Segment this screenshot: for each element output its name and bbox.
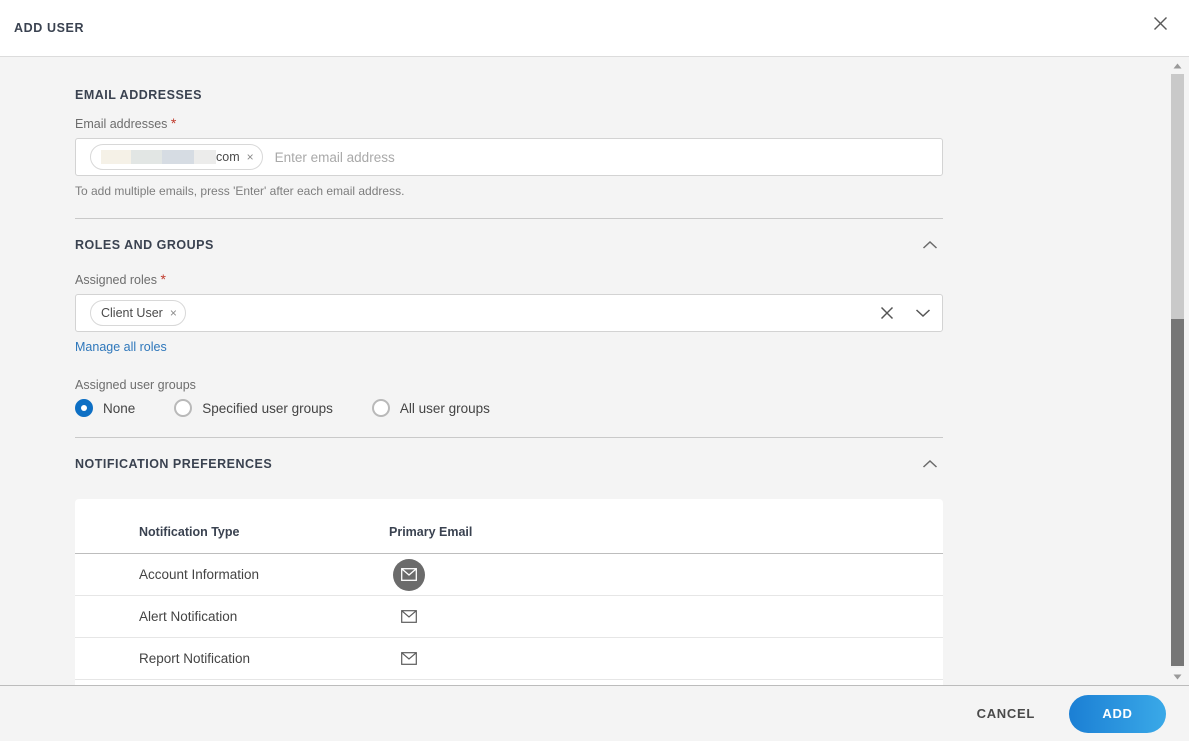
user-groups-radio-group: None Specified user groups All user grou… (75, 399, 943, 417)
assigned-user-groups-field: Assigned user groups None Specified user… (75, 378, 943, 417)
roles-required-mark: * (160, 271, 166, 287)
add-button[interactable]: ADD (1069, 694, 1166, 733)
table-row: Account Information (75, 553, 943, 596)
email-addresses-label-text: Email addresses (75, 117, 168, 131)
table-header-row: Notification Type Primary Email (75, 517, 943, 554)
assigned-roles-label-text: Assigned roles (75, 273, 157, 287)
email-chip-suffix: com (216, 150, 240, 164)
email-chip-remove-icon[interactable]: × (247, 151, 254, 163)
roles-clear-button[interactable] (876, 302, 898, 324)
close-icon (1153, 16, 1167, 30)
triangle-down-icon (1173, 674, 1182, 679)
dialog-footer: CANCEL ADD (0, 685, 1189, 741)
roles-dropdown-button[interactable] (912, 302, 934, 324)
email-chip[interactable]: com × (90, 144, 263, 170)
section-header-email: EMAIL ADDRESSES (75, 75, 943, 112)
redacted-email-blocks (101, 150, 216, 164)
assigned-roles-field: Assigned roles * Client User × Manage al… (75, 272, 943, 356)
role-chip[interactable]: Client User × (90, 300, 186, 326)
role-chip-remove-icon[interactable]: × (170, 307, 177, 319)
close-icon (880, 306, 894, 320)
email-addresses-label: Email addresses * (75, 116, 943, 131)
triangle-up-icon (1173, 63, 1182, 68)
email-required-mark: * (170, 115, 177, 131)
envelope-icon (401, 652, 417, 665)
roles-collapse-toggle[interactable] (917, 232, 943, 258)
primary-email-toggle-account-information[interactable] (393, 558, 425, 591)
scrollbar-down-button[interactable] (1169, 668, 1186, 685)
section-title-notifications: NOTIFICATION PREFERENCES (75, 457, 273, 471)
section-title-roles: ROLES AND GROUPS (75, 238, 214, 252)
dialog-body: EMAIL ADDRESSES Email addresses * com × … (0, 57, 1189, 685)
role-chip-label: Client User (101, 306, 163, 320)
notification-preferences-table: Notification Type Primary Email Account … (75, 517, 943, 680)
assigned-roles-input-box[interactable]: Client User × (75, 294, 943, 332)
cancel-button[interactable]: CANCEL (963, 696, 1049, 731)
radio-label-all: All user groups (399, 400, 490, 416)
dialog-title: ADD USER (14, 21, 85, 35)
scroll-content: EMAIL ADDRESSES Email addresses * com × … (0, 57, 1189, 685)
radio-option-all-user-groups[interactable]: All user groups (371, 399, 490, 417)
radio-indicator-specified (174, 399, 193, 417)
table-row: Alert Notification (75, 595, 943, 638)
email-address-input[interactable] (274, 142, 936, 172)
scrollbar-track-upper[interactable] (1171, 74, 1184, 319)
email-field-hint: To add multiple emails, press 'Enter' af… (75, 184, 405, 198)
roles-input-actions (876, 295, 934, 331)
section-title-email: EMAIL ADDRESSES (75, 88, 202, 102)
dialog-header: ADD USER (0, 0, 1189, 57)
scrollbar-up-button[interactable] (1169, 57, 1186, 74)
radio-indicator-none (75, 399, 93, 417)
radio-label-specified: Specified user groups (202, 400, 333, 416)
envelope-icon (401, 568, 417, 581)
email-addresses-field: Email addresses * com × Enter email addr… (75, 116, 943, 198)
radio-option-none[interactable]: None (75, 399, 135, 417)
table-row: Report Notification (75, 637, 943, 680)
section-header-notifications: NOTIFICATION PREFERENCES (75, 437, 943, 487)
notification-type-account-information: Account Information (75, 553, 389, 596)
column-header-primary-email: Primary Email (389, 517, 549, 554)
vertical-scrollbar[interactable] (1169, 57, 1186, 685)
column-header-notification-type: Notification Type (75, 517, 389, 554)
form-container: EMAIL ADDRESSES Email addresses * com × … (0, 57, 943, 685)
assigned-user-groups-label: Assigned user groups (75, 378, 196, 392)
manage-all-roles-link[interactable]: Manage all roles (75, 340, 167, 354)
assigned-roles-label: Assigned roles * (75, 272, 943, 287)
primary-email-toggle-alert-notification[interactable] (393, 601, 425, 633)
section-header-roles: ROLES AND GROUPS (75, 218, 943, 268)
scrollbar-thumb[interactable] (1171, 319, 1184, 666)
radio-label-none: None (103, 400, 136, 416)
notification-preferences-card: Notification Type Primary Email Account … (75, 499, 943, 685)
chevron-up-icon (922, 459, 938, 468)
add-user-dialog: ADD USER EMAIL ADDRESSES Email addresses… (0, 0, 1189, 741)
chevron-up-icon (922, 240, 938, 249)
notification-type-alert-notification: Alert Notification (75, 595, 389, 638)
notifications-collapse-toggle[interactable] (917, 451, 943, 477)
chevron-down-icon (915, 309, 931, 318)
radio-indicator-all (371, 399, 390, 417)
close-button[interactable] (1145, 8, 1175, 38)
notification-type-report-notification: Report Notification (75, 637, 389, 680)
radio-option-specified-user-groups[interactable]: Specified user groups (174, 399, 333, 417)
primary-email-toggle-report-notification[interactable] (393, 643, 425, 675)
envelope-icon (401, 610, 417, 623)
email-addresses-input-box[interactable]: com × (75, 138, 943, 176)
